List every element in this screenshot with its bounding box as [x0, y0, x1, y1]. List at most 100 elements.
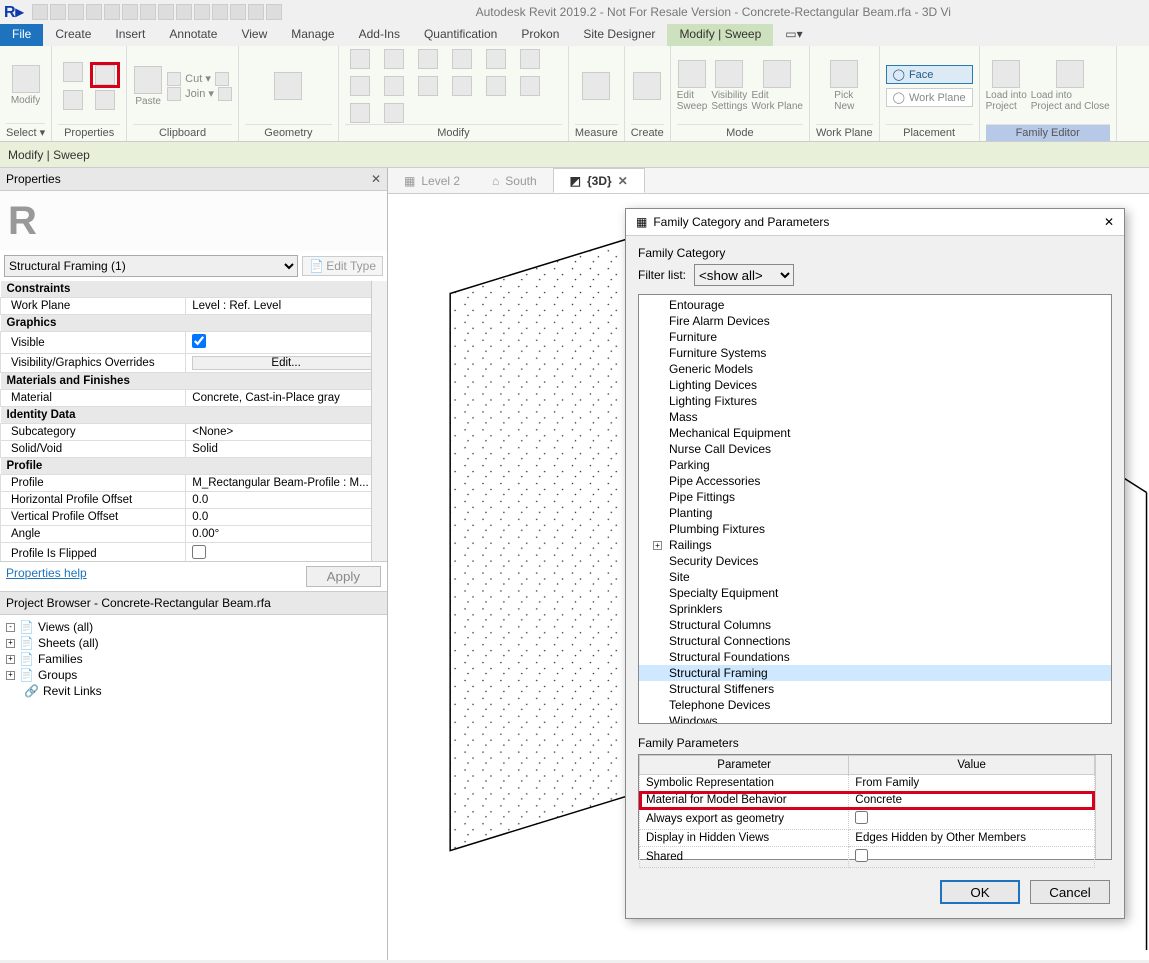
measure-button[interactable]: [581, 72, 611, 100]
family-param-row[interactable]: Shared: [640, 847, 1095, 868]
category-item[interactable]: Parking: [639, 457, 1111, 473]
category-item[interactable]: Security Devices: [639, 553, 1111, 569]
tree-toggle-icon[interactable]: +: [6, 671, 15, 680]
load-into-project-button[interactable]: Load into Project: [986, 60, 1027, 112]
property-row[interactable]: Profile Is Flipped: [1, 543, 387, 562]
category-item[interactable]: Lighting Devices: [639, 377, 1111, 393]
qat-close-icon[interactable]: [248, 4, 264, 20]
browser-node[interactable]: +📄Families: [6, 651, 381, 667]
qat-thin-icon[interactable]: [230, 4, 246, 20]
property-row[interactable]: Visible: [1, 332, 387, 354]
browser-node[interactable]: 🔗Revit Links: [6, 683, 381, 699]
modify-button[interactable]: Modify: [11, 65, 41, 106]
qat-undo-icon[interactable]: [86, 4, 102, 20]
category-item[interactable]: Entourage: [639, 297, 1111, 313]
tree-toggle-icon[interactable]: +: [6, 639, 15, 648]
family-param-row[interactable]: Material for Model BehaviorConcrete: [640, 792, 1095, 809]
category-item[interactable]: Lighting Fixtures: [639, 393, 1111, 409]
pick-new-button[interactable]: Pick New: [829, 60, 859, 112]
category-item[interactable]: Fire Alarm Devices: [639, 313, 1111, 329]
filter-list-select[interactable]: <show all>: [694, 264, 794, 286]
property-row[interactable]: Vertical Profile Offset0.0: [1, 509, 387, 526]
view-tab-south[interactable]: ⌂South: [476, 168, 553, 193]
category-item[interactable]: Structural Framing: [639, 665, 1111, 681]
category-item[interactable]: Planting: [639, 505, 1111, 521]
join-button[interactable]: Join ▾: [167, 87, 232, 101]
mod-icon-11[interactable]: [481, 76, 511, 96]
category-item[interactable]: Furniture Systems: [639, 345, 1111, 361]
create-button[interactable]: [632, 72, 662, 100]
qat-redo-icon[interactable]: [104, 4, 120, 20]
qat-measure-icon[interactable]: [140, 4, 156, 20]
ok-button[interactable]: OK: [940, 880, 1020, 904]
category-item[interactable]: Windows: [639, 713, 1111, 724]
mod-icon-10[interactable]: [447, 76, 477, 96]
edit-workplane-button[interactable]: Edit Work Plane: [751, 60, 803, 112]
category-item[interactable]: Furniture: [639, 329, 1111, 345]
face-button[interactable]: ◯Face: [886, 65, 973, 84]
load-into-project-close-button[interactable]: Load into Project and Close: [1031, 60, 1110, 112]
mod-icon-9[interactable]: [413, 76, 443, 96]
mod-icon-8[interactable]: [379, 76, 409, 96]
geom-button[interactable]: [273, 72, 303, 100]
cut-button[interactable]: Cut ▾: [167, 72, 232, 86]
properties-help-link[interactable]: Properties help: [6, 566, 87, 587]
mod-icon-2[interactable]: [379, 49, 409, 69]
work-plane-button[interactable]: ◯Work Plane: [886, 88, 973, 107]
category-item[interactable]: Sprinklers: [639, 601, 1111, 617]
category-item[interactable]: Mass: [639, 409, 1111, 425]
param-grid-scrollbar[interactable]: [1095, 755, 1111, 859]
mod-icon-14[interactable]: [379, 103, 409, 123]
panel-label[interactable]: Select ▾: [6, 123, 45, 141]
family-category-button[interactable]: [90, 62, 120, 88]
browser-node[interactable]: -📄Views (all): [6, 619, 381, 635]
property-row[interactable]: Visibility/Graphics OverridesEdit...: [1, 354, 387, 373]
qat-3d-icon[interactable]: [194, 4, 210, 20]
mod-icon-6[interactable]: [515, 49, 545, 69]
mod-icon-13[interactable]: [345, 103, 375, 123]
tab-site-designer[interactable]: Site Designer: [571, 24, 667, 46]
properties-close-icon[interactable]: ✕: [371, 172, 381, 186]
category-item[interactable]: Nurse Call Devices: [639, 441, 1111, 457]
mod-icon-12[interactable]: [515, 76, 545, 96]
qat-switch-icon[interactable]: [266, 4, 282, 20]
browser-node[interactable]: +📄Groups: [6, 667, 381, 683]
category-item[interactable]: Pipe Accessories: [639, 473, 1111, 489]
tab-create[interactable]: Create: [43, 24, 103, 46]
property-row[interactable]: Subcategory<None>: [1, 424, 387, 441]
param-checkbox[interactable]: [855, 811, 868, 824]
apply-button[interactable]: Apply: [306, 566, 381, 587]
type-properties-button[interactable]: [58, 62, 88, 88]
family-param-row[interactable]: Always export as geometry: [640, 809, 1095, 830]
tab-addins[interactable]: Add-Ins: [347, 24, 412, 46]
edit-sweep-button[interactable]: Edit Sweep: [677, 60, 708, 112]
edit-type-button[interactable]: 📄Edit Type: [302, 256, 383, 276]
tree-toggle-icon[interactable]: -: [6, 623, 15, 632]
property-row[interactable]: ProfileM_Rectangular Beam-Profile : M...: [1, 475, 387, 492]
mod-icon-5[interactable]: [481, 49, 511, 69]
family-parameters-grid[interactable]: ParameterValueSymbolic RepresentationFro…: [638, 754, 1112, 860]
property-row[interactable]: MaterialConcrete, Cast-in-Place gray: [1, 390, 387, 407]
tab-file[interactable]: File: [0, 24, 43, 46]
property-checkbox[interactable]: [192, 545, 206, 559]
cancel-button[interactable]: Cancel: [1030, 880, 1110, 904]
qat-open-icon[interactable]: [32, 4, 48, 20]
category-item[interactable]: Site: [639, 569, 1111, 585]
mod-icon-1[interactable]: [345, 49, 375, 69]
close-tab-icon[interactable]: ✕: [618, 174, 628, 188]
property-group[interactable]: Constraints: [1, 281, 387, 298]
view-tab-3d[interactable]: ◩{3D}✕: [553, 168, 645, 193]
ribbon-collapse-icon[interactable]: ▭▾: [773, 24, 814, 46]
category-item[interactable]: Telephone Devices: [639, 697, 1111, 713]
mod-icon-4[interactable]: [447, 49, 477, 69]
category-list[interactable]: EntourageFire Alarm DevicesFurnitureFurn…: [638, 294, 1112, 724]
category-item[interactable]: Structural Stiffeners: [639, 681, 1111, 697]
qat-print-icon[interactable]: [122, 4, 138, 20]
properties-scrollbar[interactable]: [371, 281, 387, 561]
browser-node[interactable]: +📄Sheets (all): [6, 635, 381, 651]
property-edit-button[interactable]: Edit...: [192, 356, 380, 370]
property-group[interactable]: Profile: [1, 458, 387, 475]
tree-toggle-icon[interactable]: +: [653, 541, 662, 550]
property-row[interactable]: Solid/VoidSolid: [1, 441, 387, 458]
tree-toggle-icon[interactable]: +: [6, 655, 15, 664]
